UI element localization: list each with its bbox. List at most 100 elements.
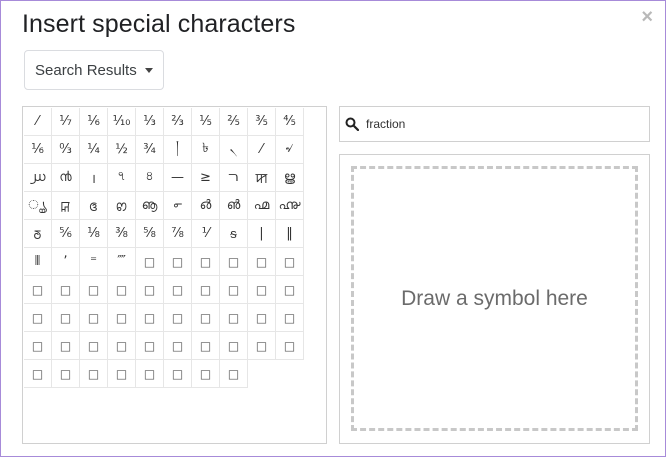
character-cell[interactable]: ।: [80, 164, 108, 192]
character-cell[interactable]: ൴: [192, 192, 220, 220]
character-cell[interactable]: □: [108, 332, 136, 360]
close-icon[interactable]: ×: [641, 7, 653, 27]
character-cell[interactable]: □: [136, 360, 164, 388]
character-cell[interactable]: □: [192, 360, 220, 388]
character-cell[interactable]: ¾: [136, 136, 164, 164]
character-cell[interactable]: ൯: [52, 164, 80, 192]
character-cell[interactable]: |: [248, 220, 276, 248]
character-cell[interactable]: །: [164, 136, 192, 164]
character-cell[interactable]: □: [220, 304, 248, 332]
character-cell[interactable]: □: [108, 276, 136, 304]
character-cell[interactable]: □: [24, 276, 52, 304]
character-cell[interactable]: □: [220, 360, 248, 388]
search-input[interactable]: [364, 116, 638, 132]
character-cell[interactable]: ⅗: [248, 108, 276, 136]
character-cell[interactable]: □: [248, 248, 276, 276]
character-cell[interactable]: □: [276, 332, 304, 360]
character-cell[interactable]: ⅔: [164, 108, 192, 136]
character-cell[interactable]: ⅓: [136, 108, 164, 136]
character-cell[interactable]: ൡ: [136, 192, 164, 220]
character-cell[interactable]: ꢙ: [108, 192, 136, 220]
character-cell[interactable]: ⁼: [80, 248, 108, 276]
character-cell[interactable]: □: [220, 276, 248, 304]
character-cell[interactable]: □: [192, 276, 220, 304]
character-cell[interactable]: □: [108, 360, 136, 388]
character-cell[interactable]: □: [80, 304, 108, 332]
character-cell[interactable]: □: [52, 276, 80, 304]
character-cell[interactable]: ⅞: [164, 220, 192, 248]
character-cell[interactable]: □: [52, 304, 80, 332]
character-cell[interactable]: ⅚: [52, 220, 80, 248]
character-cell[interactable]: ⅙: [80, 108, 108, 136]
character-cell[interactable]: ꢏ: [80, 192, 108, 220]
character-cell[interactable]: ⅘: [276, 108, 304, 136]
draw-symbol-area[interactable]: Draw a symbol here: [351, 166, 638, 431]
character-cell[interactable]: ʼ: [52, 248, 80, 276]
character-cell[interactable]: ৵: [276, 136, 304, 164]
character-cell[interactable]: ⅛: [80, 220, 108, 248]
character-cell[interactable]: ൄ: [24, 192, 52, 220]
character-cell[interactable]: □: [164, 248, 192, 276]
character-cell[interactable]: □: [24, 304, 52, 332]
character-cell[interactable]: ৳: [192, 136, 220, 164]
character-cell[interactable]: ⁄: [248, 136, 276, 164]
character-cell[interactable]: ꡒ: [52, 192, 80, 220]
character-cell[interactable]: □: [136, 304, 164, 332]
character-cell[interactable]: □: [80, 332, 108, 360]
character-cell[interactable]: □: [164, 360, 192, 388]
character-cell[interactable]: ⁗: [108, 248, 136, 276]
character-cell[interactable]: □: [164, 332, 192, 360]
character-cell[interactable]: ൳: [164, 192, 192, 220]
character-cell[interactable]: ꠇ: [248, 164, 276, 192]
character-cell[interactable]: ൠ: [276, 164, 304, 192]
character-cell[interactable]: ⅟: [192, 220, 220, 248]
character-cell[interactable]: ﬧ: [220, 164, 248, 192]
character-cell[interactable]: ৪: [136, 164, 164, 192]
character-cell[interactable]: ¼: [80, 136, 108, 164]
character-cell[interactable]: □: [80, 276, 108, 304]
character-cell[interactable]: ↉: [52, 136, 80, 164]
character-cell[interactable]: □: [220, 248, 248, 276]
character-cell[interactable]: ⅖: [220, 108, 248, 136]
character-cell[interactable]: ൶: [248, 192, 276, 220]
character-cell[interactable]: □: [136, 332, 164, 360]
character-cell[interactable]: □: [52, 360, 80, 388]
character-cell[interactable]: □: [276, 248, 304, 276]
character-cell[interactable]: ⅐: [52, 108, 80, 136]
character-cell[interactable]: ⅕: [192, 108, 220, 136]
character-cell[interactable]: □: [24, 332, 52, 360]
character-cell[interactable]: □: [108, 304, 136, 332]
character-cell[interactable]: □: [248, 332, 276, 360]
character-cell[interactable]: □: [164, 276, 192, 304]
character-cell[interactable]: □: [220, 332, 248, 360]
character-cell[interactable]: □: [248, 276, 276, 304]
character-cell[interactable]: □: [24, 360, 52, 388]
character-cell[interactable]: □: [164, 304, 192, 332]
character-cell[interactable]: □: [192, 304, 220, 332]
character-cell[interactable]: □: [136, 276, 164, 304]
category-dropdown[interactable]: Search Results: [24, 50, 164, 90]
character-cell[interactable]: □: [276, 304, 304, 332]
character-cell[interactable]: ⅒: [108, 108, 136, 136]
character-cell[interactable]: ½: [108, 136, 136, 164]
character-cell[interactable]: ⅝: [136, 220, 164, 248]
character-cell[interactable]: ⅜: [108, 220, 136, 248]
character-cell[interactable]: □: [192, 248, 220, 276]
character-cell[interactable]: ≥: [192, 164, 220, 192]
character-cell[interactable]: ᵴ: [220, 220, 248, 248]
character-cell[interactable]: —: [164, 164, 192, 192]
character-cell[interactable]: ꢜ: [24, 220, 52, 248]
character-cell[interactable]: ৲: [220, 136, 248, 164]
character-cell[interactable]: □: [192, 332, 220, 360]
character-cell[interactable]: □: [136, 248, 164, 276]
character-cell[interactable]: ৭: [108, 164, 136, 192]
character-cell[interactable]: □: [248, 304, 276, 332]
character-cell[interactable]: ⫴: [24, 248, 52, 276]
character-cell[interactable]: □: [80, 360, 108, 388]
character-cell[interactable]: □: [52, 332, 80, 360]
character-cell[interactable]: ൰: [24, 164, 52, 192]
character-cell[interactable]: ൵: [220, 192, 248, 220]
character-cell[interactable]: □: [276, 276, 304, 304]
character-cell[interactable]: ⁄: [24, 108, 52, 136]
character-cell[interactable]: ൷: [276, 192, 304, 220]
